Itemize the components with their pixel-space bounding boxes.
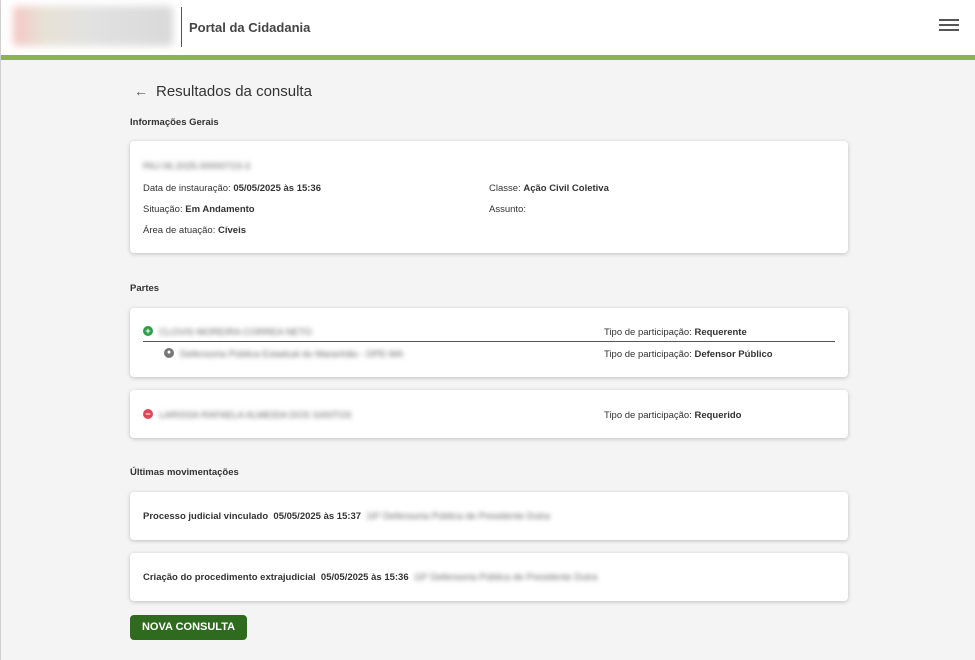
movement-entry: Criação do procedimento extrajudicial 05…: [143, 572, 598, 583]
movement-card: Processo judicial vinculado 05/05/2025 à…: [130, 492, 848, 540]
top-bar: Portal da Cidadania: [1, 0, 975, 55]
party-name: CLOVIS MOREIRA CORREA NETO: [159, 327, 312, 338]
participation-type: Tipo de participação: Requerido: [604, 410, 742, 421]
minus-circle-icon: −: [143, 409, 153, 419]
party-card-plaintiff: + CLOVIS MOREIRA CORREA NETO Tipo de par…: [130, 308, 848, 377]
representative-name: Defensoria Pública Estadual do Maranhão …: [180, 349, 404, 360]
area-field: Área de atuação: Cíveis: [143, 225, 246, 236]
process-number: PAJ 06.2025.00000723-3: [143, 161, 251, 172]
movement-card: Criação do procedimento extrajudicial 05…: [130, 553, 848, 601]
class-field: Classe: Ação Civil Coletiva: [489, 183, 609, 194]
new-query-button[interactable]: NOVA CONSULTA: [130, 615, 247, 640]
participation-type: Tipo de participação: Requerente: [604, 327, 747, 338]
representative-participation-type: Tipo de participação: Defensor Público: [604, 349, 773, 360]
portal-title: Portal da Cidadania: [189, 20, 311, 35]
general-info-card: PAJ 06.2025.00000723-3 Data de instauraç…: [130, 141, 848, 253]
logo-divider: [181, 7, 182, 47]
party-divider: [143, 341, 835, 342]
page-title: Resultados da consulta: [156, 83, 312, 100]
movement-entry: Processo judicial vinculado 05/05/2025 à…: [143, 511, 550, 522]
user-circle-icon: ●: [164, 348, 174, 358]
subject-field: Assunto:: [489, 204, 526, 215]
parties-heading: Partes: [130, 283, 160, 294]
back-arrow-icon[interactable]: ←: [134, 83, 148, 99]
header-accent-bar: [1, 55, 975, 60]
party-card-defendant: − LARISSA RAFAELA ALMEIDA DOS SANTOS Tip…: [130, 390, 848, 438]
organization-logo[interactable]: [13, 6, 173, 46]
hamburger-menu-icon[interactable]: [939, 19, 959, 35]
situation-field: Situação: Em Andamento: [143, 204, 255, 215]
general-info-heading: Informações Gerais: [130, 117, 219, 128]
plus-circle-icon: +: [143, 326, 153, 336]
party-name: LARISSA RAFAELA ALMEIDA DOS SANTOS: [159, 410, 352, 421]
instauration-date: Data de instauração: 05/05/2025 às 15:36: [143, 183, 322, 194]
movements-heading: Últimas movimentações: [130, 467, 239, 478]
